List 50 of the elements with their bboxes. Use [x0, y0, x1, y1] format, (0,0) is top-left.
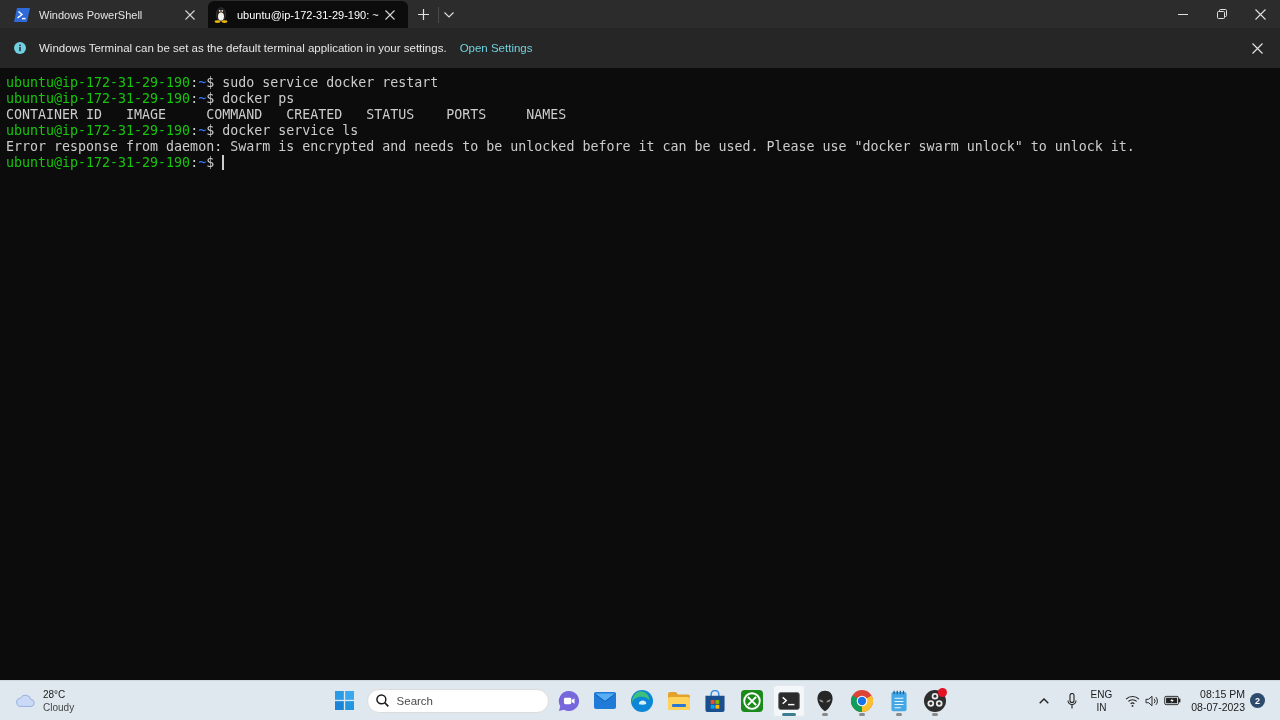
x-ring-tile-icon [741, 689, 763, 712]
command-text: sudo service docker restart [222, 75, 439, 90]
battery-icon [1164, 695, 1182, 706]
restore-icon [1216, 9, 1227, 19]
volume-icon [1145, 694, 1160, 707]
store-bag-icon [705, 689, 726, 712]
info-icon [14, 42, 26, 54]
minimize-icon [1177, 13, 1188, 15]
close-icon [1255, 8, 1266, 20]
terminal-icon [777, 691, 800, 710]
command-text: docker service ls [222, 123, 359, 138]
notification-count-badge[interactable]: 2 [1250, 693, 1265, 708]
output-text: CONTAINER ID IMAGE COMMAND CREATED STATUS PORTS NAMES [6, 107, 567, 122]
wave-circle-icon [630, 689, 653, 712]
weather-button[interactable]: 28°C Cloudy [16, 687, 75, 714]
terminal-tab[interactable]: Windows PowerShell [8, 1, 208, 28]
microphone-icon[interactable] [1066, 692, 1077, 709]
start-icon [335, 691, 355, 710]
video-chat-icon [557, 689, 580, 712]
penguin-icon [214, 6, 228, 23]
shell-prompt: ubuntu@ip-172-31-29-190:~$ [6, 75, 215, 90]
notepad-icon [890, 689, 907, 712]
shell-prompt: ubuntu@ip-172-31-29-190:~$ [6, 155, 215, 170]
tri-color-ring-icon [851, 689, 874, 712]
language-button[interactable]: ENG IN [1090, 687, 1113, 714]
search-icon [375, 694, 389, 707]
open-settings-link[interactable]: Open Settings [459, 42, 533, 54]
close-icon [1251, 42, 1263, 54]
dismiss-button[interactable] [1249, 40, 1265, 56]
folder-icon [667, 691, 690, 710]
close-icon [185, 9, 195, 20]
clock-button[interactable]: 08:15 PM 08-07-2023 [1191, 687, 1245, 714]
plus-icon [417, 9, 429, 20]
chevron-down-icon [443, 11, 454, 18]
quick-settings-button[interactable] [1125, 694, 1182, 707]
search-field[interactable]: Search [366, 688, 549, 713]
shell-prompt: ubuntu@ip-172-31-29-190:~$ [6, 91, 215, 106]
alien-head-icon [817, 689, 834, 712]
close-icon [385, 9, 395, 20]
chevron-up-icon[interactable] [1038, 697, 1049, 704]
wifi-icon [1125, 694, 1141, 707]
shell-prompt: ubuntu@ip-172-31-29-190:~$ [6, 123, 215, 138]
cloud-icon [16, 694, 36, 707]
powershell-icon [14, 7, 30, 22]
terminal-tab[interactable]: ubuntu@ip-172-31-29-190: ~ [208, 1, 408, 28]
taskbar-app-button[interactable] [772, 684, 805, 717]
info-message: Windows Terminal can be set as the default terminal application in your settings. [39, 42, 447, 54]
output-text: Error response from daemon: Swarm is encrypted and needs to be unlocked before it can be used. Please use "docker swarm unlock" to unlock it. [6, 139, 1135, 154]
mail-icon [594, 692, 617, 709]
command-text: docker ps [222, 91, 295, 106]
